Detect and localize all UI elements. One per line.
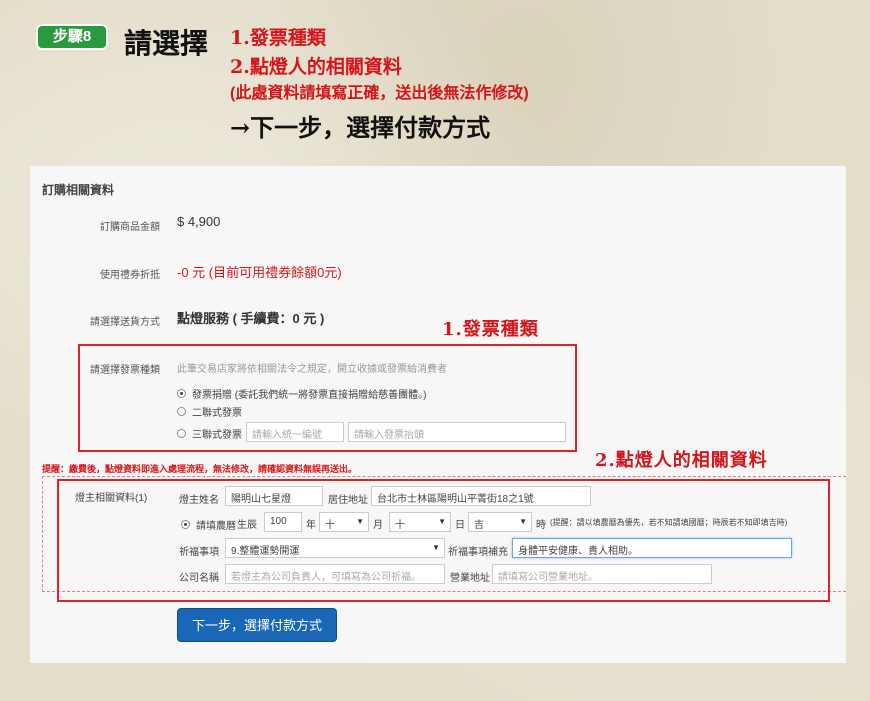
instruction-item-1: 1.發票種類 (230, 27, 326, 49)
lunar-label: 請填農曆 (196, 521, 236, 532)
pray-extra-label: 祈福事項補充 (448, 547, 508, 558)
year-input[interactable]: 100 (264, 512, 302, 532)
invoice-label: 請選擇發票種類 (90, 365, 160, 376)
day-unit: 日 (455, 520, 465, 531)
invoice-option-three-label: 三聯式發票 (192, 430, 242, 441)
pray-select[interactable]: 9.整體運勢開運 ▼ (225, 538, 445, 558)
ship-label: 請選擇送貨方式 (90, 317, 160, 328)
company-label: 公司名稱 (179, 573, 219, 584)
name-label: 燈主姓名 (179, 495, 219, 506)
lamp-person-label: 燈主相關資料(1) (75, 493, 148, 504)
instruction-note: (此處資料請填寫正確，送出後無法作修改) (230, 85, 529, 102)
company-address-input[interactable]: 請填寫公司營業地址。 (492, 564, 712, 584)
pray-extra-input[interactable]: 身體平安健康、貴人相助。 (512, 538, 792, 558)
lamp-callout: 2.點燈人的相關資料 (595, 450, 768, 471)
invoice-callout: 1.發票種類 (442, 319, 539, 340)
radio-selected-icon[interactable] (181, 520, 190, 529)
day-select-value: 十 (395, 520, 405, 531)
coupon-label: 使用禮券折抵 (100, 270, 160, 281)
invoice-option-two-label: 二聯式發票 (192, 408, 242, 419)
header-instructions: 1.發票種類 2.點燈人的相關資料 (此處資料請填寫正確，送出後無法作修改) →… (230, 24, 529, 148)
step-badge: 步驟8 (36, 24, 108, 50)
hour-unit: 時 (536, 520, 546, 531)
company-input[interactable]: 若燈主為公司負責人，可填寫為公司祈福。 (225, 564, 445, 584)
hour-select-value: 吉 (474, 520, 484, 531)
dropdown-arrow-icon: ▼ (519, 517, 527, 526)
instruction-item-2: 2.點燈人的相關資料 (230, 56, 402, 78)
invoice-option-two[interactable]: 二聯式發票 (177, 404, 242, 419)
amount-value: $ 4,900 (177, 214, 221, 229)
dropdown-arrow-icon: ▼ (356, 517, 364, 526)
day-select[interactable]: 十 ▼ (389, 512, 451, 532)
instruction-next-step: →下一步，選擇付款方式 (230, 113, 491, 142)
header-title: 請選擇 (124, 27, 209, 60)
next-step-button[interactable]: 下一步，選擇付款方式 (177, 608, 337, 642)
hour-select[interactable]: 吉 ▼ (468, 512, 532, 532)
ship-value: 點燈服務 ( 手續費：0 元 ) (177, 311, 325, 326)
birth-note: (提醒：請以填農曆為優先，若不知請填國曆；時辰若不知即填吉時) (550, 518, 788, 527)
coupon-value: -0 元 (目前可用禮券餘額0元) (177, 265, 342, 280)
invoice-option-three[interactable]: 三聯式發票 (177, 426, 242, 441)
year-unit: 年 (306, 520, 316, 531)
amount-label: 訂購商品金額 (100, 222, 160, 233)
radio-icon[interactable] (177, 429, 186, 438)
invoice-title-input[interactable]: 請輸入發票抬頭 (348, 422, 566, 442)
invoice-option-donate[interactable]: 發票捐贈 (委託我們統一將發票直接捐贈給慈善團體。) (177, 386, 426, 401)
dropdown-arrow-icon: ▼ (432, 543, 440, 552)
lunar-option[interactable]: 請填農曆 (181, 517, 236, 532)
company-address-label: 營業地址 (450, 573, 490, 584)
pray-select-value: 9.整體運勢開運 (231, 546, 300, 557)
name-input[interactable]: 陽明山七星燈 (225, 486, 323, 506)
radio-icon[interactable] (177, 407, 186, 416)
lamp-warning: 提醒：繳費後，點燈資料即進入處理流程，無法修改，請確認資料無誤再送出。 (42, 464, 358, 474)
invoice-hint: 此筆交易店家將依相關法令之規定，開立收據或發票給消費者 (177, 364, 447, 375)
dropdown-arrow-icon: ▼ (438, 517, 446, 526)
month-unit: 月 (373, 520, 383, 531)
month-select[interactable]: 十 ▼ (319, 512, 369, 532)
section-title: 訂購相關資料 (42, 183, 115, 197)
month-select-value: 十 (325, 520, 335, 531)
radio-selected-icon[interactable] (177, 389, 186, 398)
tax-id-input[interactable]: 請輸入統一編號 (246, 422, 344, 442)
birth-label: 生辰 (237, 520, 257, 531)
invoice-option-donate-label: 發票捐贈 (委託我們統一將發票直接捐贈給慈善團體。) (192, 390, 427, 401)
pray-label: 祈福事項 (179, 547, 219, 558)
address-input[interactable]: 台北市士林區陽明山平菁街18之1號 (371, 486, 591, 506)
address-label: 居住地址 (328, 495, 368, 506)
